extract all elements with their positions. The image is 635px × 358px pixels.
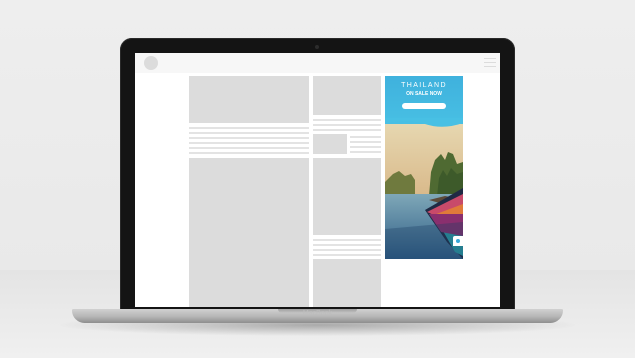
text-line-placeholder bbox=[313, 124, 381, 126]
text-line-placeholder bbox=[189, 142, 309, 144]
ad-cta-button[interactable] bbox=[402, 103, 446, 109]
adchoices-dot bbox=[456, 239, 460, 243]
text-line-placeholder bbox=[313, 244, 381, 246]
article-image-placeholder[interactable] bbox=[189, 158, 309, 307]
adchoices-icon[interactable] bbox=[453, 236, 463, 246]
thumbnail-placeholder[interactable] bbox=[313, 134, 347, 154]
text-line-placeholder bbox=[189, 137, 309, 139]
text-line-placeholder bbox=[189, 147, 309, 149]
text-line-placeholder bbox=[189, 132, 309, 134]
text-line-placeholder bbox=[350, 151, 381, 153]
site-header bbox=[135, 53, 500, 73]
circle-logo-icon[interactable] bbox=[144, 56, 158, 70]
text-line-placeholder bbox=[313, 119, 381, 121]
laptop-screen: THAILAND ON SALE NOW bbox=[135, 53, 500, 307]
article-image-placeholder[interactable] bbox=[313, 158, 381, 235]
text-line-placeholder bbox=[350, 136, 381, 138]
laptop-lid: THAILAND ON SALE NOW bbox=[120, 38, 515, 310]
text-line-placeholder bbox=[189, 127, 309, 129]
text-line-placeholder bbox=[313, 129, 381, 131]
article-image-placeholder[interactable] bbox=[313, 259, 381, 307]
thailand-ad-banner[interactable]: THAILAND ON SALE NOW bbox=[385, 76, 463, 259]
article-image-placeholder[interactable] bbox=[189, 76, 309, 123]
wave-divider bbox=[385, 118, 463, 127]
hamburger-menu-icon[interactable] bbox=[484, 58, 496, 68]
text-line-placeholder bbox=[189, 152, 309, 154]
article-image-placeholder[interactable] bbox=[313, 76, 381, 115]
text-line-placeholder bbox=[313, 249, 381, 251]
text-line-placeholder bbox=[350, 146, 381, 148]
text-line-placeholder bbox=[313, 239, 381, 241]
boat-lagoon-image bbox=[385, 124, 463, 259]
camera-icon bbox=[315, 45, 319, 49]
laptop-brand-label: MacBook bbox=[302, 310, 333, 317]
ad-subtitle: ON SALE NOW bbox=[406, 91, 442, 97]
ad-title: THAILAND bbox=[401, 82, 447, 89]
text-line-placeholder bbox=[350, 141, 381, 143]
text-line-placeholder bbox=[313, 254, 381, 256]
laptop-base: MacBook bbox=[72, 309, 563, 323]
